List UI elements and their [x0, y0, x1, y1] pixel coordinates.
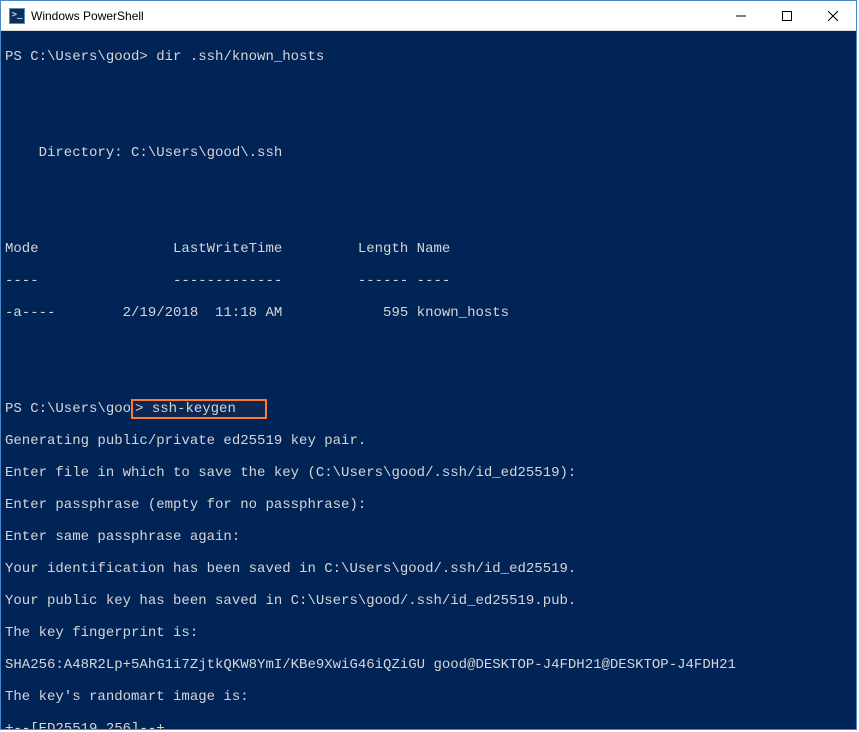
output-line: Generating public/private ed25519 key pa…	[5, 433, 852, 449]
output-line: The key fingerprint is:	[5, 625, 852, 641]
powershell-icon-glyph: >_	[12, 11, 23, 20]
column-header: Mode LastWriteTime Length Name	[5, 241, 852, 257]
table-row: -a---- 2/19/2018 11:18 AM 595 known_host…	[5, 305, 852, 321]
highlighted-command: > ssh-keygen	[131, 399, 267, 419]
output-line: Your identification has been saved in C:…	[5, 561, 852, 577]
column-divider: ---- ------------- ------ ----	[5, 273, 852, 289]
command-text: dir .ssh/known_hosts	[156, 49, 324, 65]
titlebar[interactable]: >_ Windows PowerShell	[1, 1, 856, 31]
output-line: The key's randomart image is:	[5, 689, 852, 705]
powershell-window: >_ Windows PowerShell PS C:\Users\good> …	[0, 0, 857, 730]
close-button[interactable]	[810, 1, 856, 30]
window-title: Windows PowerShell	[31, 9, 718, 23]
terminal-output[interactable]: PS C:\Users\good> dir .ssh/known_hosts D…	[1, 31, 856, 729]
powershell-icon: >_	[9, 8, 25, 24]
randomart-line: +--[ED25519 256]--+	[5, 721, 852, 729]
window-buttons	[718, 1, 856, 30]
maximize-icon	[782, 11, 792, 21]
output-line: Your public key has been saved in C:\Use…	[5, 593, 852, 609]
maximize-button[interactable]	[764, 1, 810, 30]
output-line: Enter passphrase (empty for no passphras…	[5, 497, 852, 513]
directory-header: Directory: C:\Users\good\.ssh	[5, 145, 852, 161]
output-line: Enter file in which to save the key (C:\…	[5, 465, 852, 481]
minimize-icon	[736, 11, 746, 21]
prompt: PS C:\Users\good>	[5, 49, 156, 65]
minimize-button[interactable]	[718, 1, 764, 30]
output-line: Enter same passphrase again:	[5, 529, 852, 545]
prompt: PS C:\Users\goo	[5, 401, 131, 417]
close-icon	[828, 11, 838, 21]
output-line: SHA256:A48R2Lp+5AhG1i7ZjtkQKW8YmI/KBe9Xw…	[5, 657, 852, 673]
